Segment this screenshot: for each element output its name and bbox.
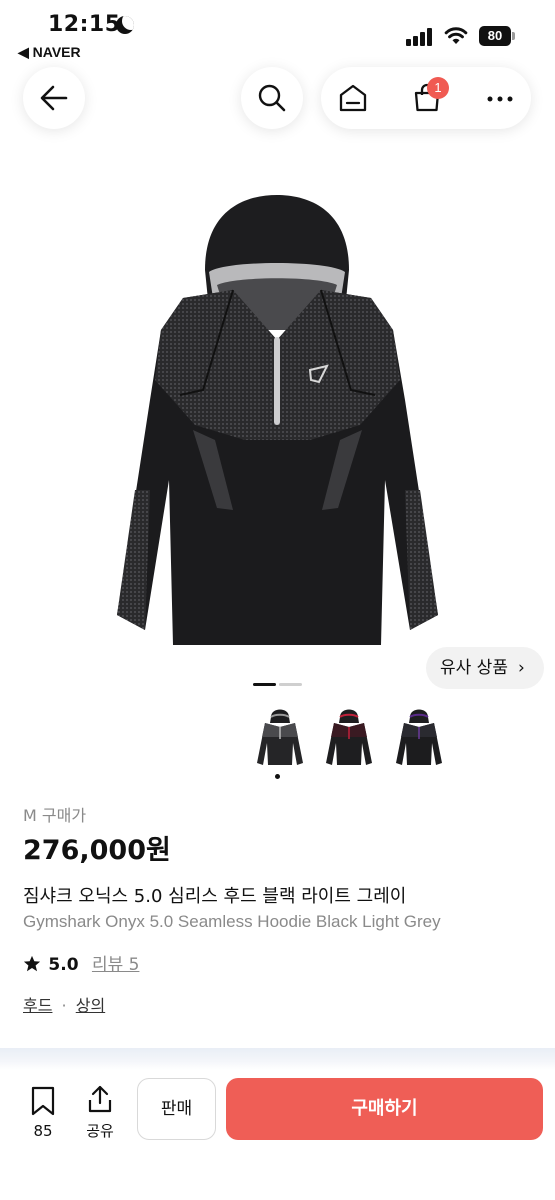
share-icon bbox=[88, 1085, 112, 1113]
thumbnail-black-purple[interactable] bbox=[394, 703, 444, 769]
image-indicator-active bbox=[253, 683, 276, 686]
bookmark-count: 85 bbox=[33, 1122, 53, 1140]
more-icon[interactable] bbox=[487, 96, 513, 102]
back-arrow-icon bbox=[40, 85, 68, 111]
rating-score: 5.0 bbox=[48, 955, 79, 975]
bookmark-button[interactable]: 85 bbox=[27, 1086, 59, 1140]
home-icon[interactable] bbox=[338, 84, 368, 112]
status-time: 12:15 bbox=[48, 12, 121, 37]
moon-icon bbox=[116, 16, 134, 34]
share-label: 공유 bbox=[86, 1122, 114, 1140]
thumbnail-black-light-grey[interactable] bbox=[255, 703, 305, 769]
chevron-right-icon: › bbox=[518, 658, 525, 678]
cart-count-badge: 1 bbox=[427, 77, 449, 99]
star-icon bbox=[23, 955, 41, 972]
product-price: 276,000원 bbox=[23, 835, 171, 866]
category-hood-link[interactable]: 후드 bbox=[23, 996, 52, 1015]
section-divider bbox=[0, 1048, 555, 1070]
similar-products-label: 유사 상품 bbox=[440, 658, 508, 678]
review-link[interactable]: 리뷰 5 bbox=[92, 955, 140, 975]
battery-icon: 80 bbox=[479, 26, 515, 46]
selected-thumbnail-dot bbox=[275, 774, 280, 779]
share-button[interactable]: 공유 bbox=[82, 1084, 118, 1141]
product-image[interactable] bbox=[105, 190, 450, 660]
category-breadcrumb: 후드 · 상의 bbox=[23, 992, 105, 1016]
size-price-label: M 구매가 bbox=[23, 806, 87, 825]
rating-row: 5.0 리뷰 5 bbox=[23, 950, 139, 975]
sell-button[interactable]: 판매 bbox=[137, 1078, 216, 1140]
image-indicator-inactive bbox=[279, 683, 302, 686]
category-top-link[interactable]: 상의 bbox=[76, 996, 105, 1015]
product-title-ko: 짐샤크 오닉스 5.0 심리스 후드 블랙 라이트 그레이 bbox=[23, 886, 407, 907]
bottom-action-bar: 85 공유 판매 구매하기 bbox=[0, 1070, 555, 1200]
similar-products-button[interactable]: 유사 상품 › bbox=[426, 647, 544, 689]
search-icon bbox=[258, 84, 286, 112]
search-button[interactable] bbox=[241, 67, 303, 129]
thumbnail-black-red[interactable] bbox=[324, 703, 374, 769]
battery-level: 80 bbox=[479, 26, 511, 46]
signal-icon bbox=[406, 28, 434, 46]
category-separator: · bbox=[61, 996, 67, 1015]
buy-button[interactable]: 구매하기 bbox=[226, 1078, 543, 1140]
wifi-icon bbox=[444, 27, 468, 44]
bookmark-icon bbox=[31, 1086, 55, 1116]
product-title-en: Gymshark Onyx 5.0 Seamless Hoodie Black … bbox=[23, 912, 441, 931]
status-bar: 12:15 ◀ NAVER 80 bbox=[0, 0, 555, 66]
color-thumbnails bbox=[250, 703, 450, 773]
header-actions: 1 bbox=[321, 67, 531, 129]
back-to-app-link[interactable]: ◀ NAVER bbox=[18, 44, 81, 61]
back-button[interactable] bbox=[23, 67, 85, 129]
